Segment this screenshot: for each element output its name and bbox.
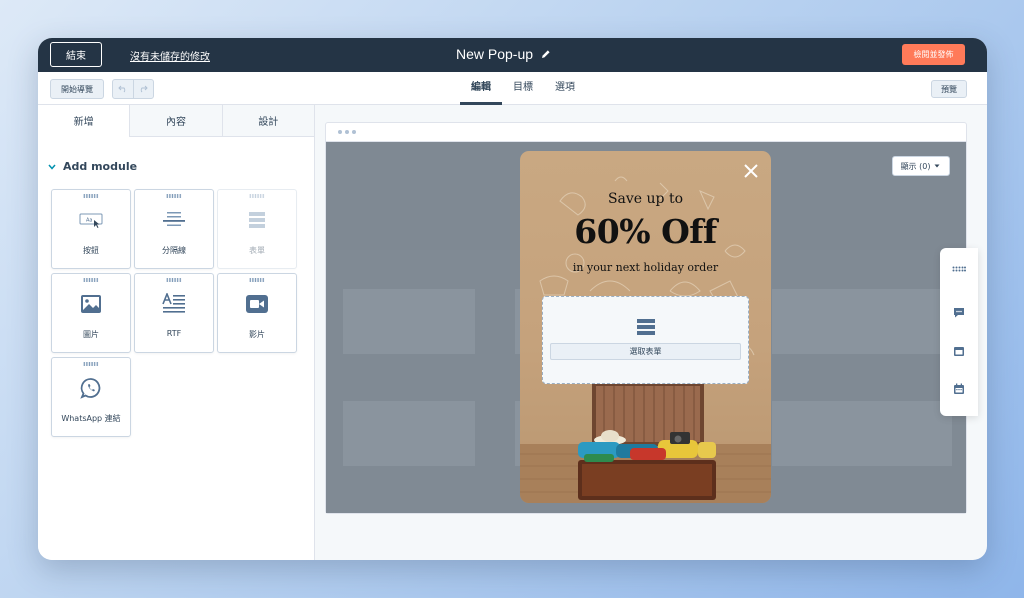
sidebar: 新增 內容 設計 Add module Aa 按鈕 分隔線 表單 圖片 RTF … [38, 105, 315, 560]
sidebar-tab-design[interactable]: 設計 [221, 105, 314, 136]
calendar-icon[interactable] [952, 382, 966, 396]
module-label: 分隔線 [162, 246, 186, 255]
popup-headline: 60% Off [574, 212, 717, 251]
window-dot-icon [345, 130, 349, 134]
start-tour-button[interactable]: 開始導覽 [50, 79, 104, 99]
divider-icon [162, 208, 186, 232]
module-grid: Aa 按鈕 分隔線 表單 圖片 RTF 影片 WhatsApp 連結 [51, 189, 301, 437]
redo-icon [140, 85, 148, 93]
review-publish-button[interactable]: 檢閱並發佈 [902, 44, 965, 65]
top-bar: 結束 沒有未儲存的修改 New Pop-up 檢閱並發佈 [38, 38, 987, 72]
show-dropdown[interactable]: 顯示 (0) [892, 156, 950, 176]
popup-tagline: in your next holiday order [572, 261, 719, 274]
chat-icon[interactable] [952, 305, 966, 319]
drag-grid-icon[interactable] [952, 262, 966, 276]
undo-redo-group [112, 79, 154, 99]
chevron-down-icon [48, 164, 56, 170]
sidebar-tab-content[interactable]: 內容 [129, 105, 222, 136]
module-video[interactable]: 影片 [217, 273, 297, 353]
module-whatsapp[interactable]: WhatsApp 連結 [51, 357, 131, 437]
editor-window: 結束 沒有未儲存的修改 New Pop-up 檢閱並發佈 開始導覽 編輯 目標 … [38, 38, 987, 560]
video-icon [245, 292, 269, 316]
page-placeholder [772, 401, 952, 466]
module-label: 圖片 [83, 330, 99, 339]
editor-tabs: 編輯 目標 選項 [460, 72, 586, 105]
caret-down-icon [934, 164, 940, 168]
sidebar-tab-add[interactable]: 新增 [38, 105, 130, 137]
select-form-button[interactable]: 選取表單 [550, 343, 741, 360]
drag-handle-icon[interactable] [83, 278, 99, 282]
undo-button[interactable] [113, 80, 133, 98]
module-button[interactable]: Aa 按鈕 [51, 189, 131, 269]
right-rail [940, 248, 978, 416]
tab-target[interactable]: 目標 [502, 72, 544, 105]
drag-handle-icon[interactable] [249, 278, 265, 282]
show-dropdown-label: 顯示 (0) [900, 161, 931, 171]
browser-bar [326, 123, 966, 142]
popup-subheading: Save up to [607, 191, 684, 207]
drag-handle-icon[interactable] [166, 278, 182, 282]
module-label: WhatsApp 連結 [61, 414, 121, 423]
module-divider[interactable]: 分隔線 [134, 189, 214, 269]
form-icon [636, 319, 655, 335]
drag-handle-icon[interactable] [83, 362, 99, 366]
popup-preview[interactable]: Save up to 60% Off in your next holiday … [520, 151, 771, 503]
page-placeholder [343, 401, 475, 466]
tab-edit[interactable]: 編輯 [460, 72, 502, 105]
window-dot-icon [338, 130, 342, 134]
image-icon [79, 292, 103, 316]
add-module-toggle[interactable]: Add module [48, 160, 137, 173]
module-label: 按鈕 [83, 246, 99, 255]
undo-icon [118, 85, 126, 93]
module-label: 表單 [249, 246, 265, 255]
pencil-icon[interactable] [541, 49, 551, 59]
exit-button[interactable]: 結束 [50, 42, 102, 67]
close-icon[interactable] [741, 161, 761, 181]
preview-button[interactable]: 預覽 [931, 80, 967, 98]
button-icon: Aa [79, 208, 103, 232]
page-placeholder [343, 289, 475, 354]
toolbar: 開始導覽 編輯 目標 選項 預覽 [38, 72, 987, 105]
redo-button[interactable] [132, 80, 154, 98]
add-module-title: Add module [63, 160, 138, 173]
drag-handle-icon[interactable] [166, 194, 182, 198]
module-label: RTF [166, 329, 182, 338]
svg-text:Aa: Aa [86, 218, 92, 224]
sidebar-tabs: 新增 內容 設計 [38, 105, 314, 137]
module-form: 表單 [217, 189, 297, 269]
module-label: 影片 [249, 330, 265, 339]
suitcase-illustration [520, 384, 771, 503]
page-placeholder [772, 289, 952, 354]
whatsapp-icon [79, 376, 103, 400]
form-icon [245, 208, 269, 232]
drag-handle-icon [249, 194, 265, 198]
unsaved-changes-link[interactable]: 沒有未儲存的修改 [130, 48, 210, 63]
layout-icon[interactable] [952, 344, 966, 358]
module-rich-text[interactable]: RTF [134, 273, 214, 353]
tab-options[interactable]: 選項 [544, 72, 586, 105]
rich-text-icon [162, 292, 186, 316]
popup-title: New Pop-up [456, 46, 534, 62]
module-image[interactable]: 圖片 [51, 273, 131, 353]
window-dot-icon [352, 130, 356, 134]
form-placeholder[interactable]: 選取表單 [542, 296, 749, 384]
popup-title-group: New Pop-up [456, 46, 551, 62]
drag-handle-icon[interactable] [83, 194, 99, 198]
